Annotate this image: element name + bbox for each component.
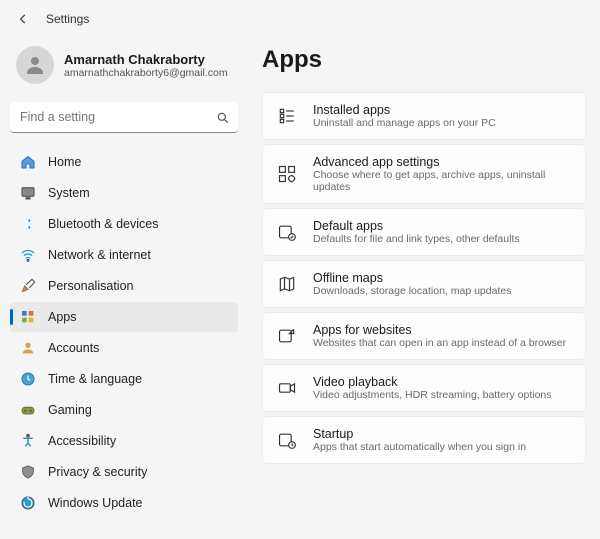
sidebar-item-label: Apps [48, 310, 77, 324]
clock-icon [20, 371, 36, 387]
sidebar-item-windows-update[interactable]: Windows Update [10, 488, 238, 518]
sidebar-item-apps[interactable]: Apps [10, 302, 238, 332]
card-startup[interactable]: StartupApps that start automatically whe… [262, 416, 586, 464]
back-button[interactable] [14, 10, 32, 28]
brush-icon [20, 278, 36, 294]
card-title: Apps for websites [313, 323, 566, 337]
maps-icon [277, 274, 297, 294]
card-offline-maps[interactable]: Offline mapsDownloads, storage location,… [262, 260, 586, 308]
search-field[interactable] [10, 102, 238, 133]
user-icon [23, 53, 47, 77]
sidebar-item-home[interactable]: Home [10, 147, 238, 177]
system-icon [20, 185, 36, 201]
profile-block[interactable]: Amarnath Chakraborty amarnathchakraborty… [10, 38, 238, 96]
sidebar-item-label: Gaming [48, 403, 92, 417]
sidebar-item-label: Home [48, 155, 81, 169]
sidebar-item-label: System [48, 186, 90, 200]
sidebar-item-accessibility[interactable]: Accessibility [10, 426, 238, 456]
sidebar-item-system[interactable]: System [10, 178, 238, 208]
sidebar-item-label: Accounts [48, 341, 99, 355]
person-icon [20, 340, 36, 356]
websites-icon [277, 326, 297, 346]
profile-email: amarnathchakraborty6@gmail.com [64, 67, 228, 79]
card-advanced-app-settings[interactable]: Advanced app settingsChoose where to get… [262, 144, 586, 204]
sidebar-item-network-internet[interactable]: Network & internet [10, 240, 238, 270]
sidebar-item-gaming[interactable]: Gaming [10, 395, 238, 425]
gaming-icon [20, 402, 36, 418]
sidebar-item-privacy-security[interactable]: Privacy & security [10, 457, 238, 487]
search-icon [216, 111, 230, 125]
shield-icon [20, 464, 36, 480]
card-title: Advanced app settings [313, 155, 571, 169]
sidebar-item-label: Personalisation [48, 279, 133, 293]
sidebar-item-label: Time & language [48, 372, 142, 386]
card-subtitle: Uninstall and manage apps on your PC [313, 117, 496, 129]
back-arrow-icon [16, 12, 30, 26]
sidebar-item-personalisation[interactable]: Personalisation [10, 271, 238, 301]
card-apps-for-websites[interactable]: Apps for websitesWebsites that can open … [262, 312, 586, 360]
home-icon [20, 154, 36, 170]
sidebar-item-label: Windows Update [48, 496, 143, 510]
card-subtitle: Choose where to get apps, archive apps, … [313, 169, 571, 193]
default-icon [277, 222, 297, 242]
sidebar-item-bluetooth-devices[interactable]: Bluetooth & devices [10, 209, 238, 239]
card-subtitle: Video adjustments, HDR streaming, batter… [313, 389, 552, 401]
card-subtitle: Websites that can open in an app instead… [313, 337, 566, 349]
installed-icon [277, 106, 297, 126]
card-subtitle: Apps that start automatically when you s… [313, 441, 526, 453]
update-icon [20, 495, 36, 511]
apps-icon [20, 309, 36, 325]
sidebar-item-accounts[interactable]: Accounts [10, 333, 238, 363]
card-title: Startup [313, 427, 526, 441]
bluetooth-icon [20, 216, 36, 232]
window-title: Settings [46, 12, 89, 26]
card-title: Offline maps [313, 271, 511, 285]
card-title: Default apps [313, 219, 520, 233]
sidebar-item-time-language[interactable]: Time & language [10, 364, 238, 394]
card-subtitle: Defaults for file and link types, other … [313, 233, 520, 245]
card-subtitle: Downloads, storage location, map updates [313, 285, 511, 297]
accessibility-icon [20, 433, 36, 449]
sidebar-item-label: Privacy & security [48, 465, 147, 479]
sidebar-item-label: Bluetooth & devices [48, 217, 159, 231]
video-icon [277, 378, 297, 398]
card-title: Installed apps [313, 103, 496, 117]
card-installed-apps[interactable]: Installed appsUninstall and manage apps … [262, 92, 586, 140]
profile-name: Amarnath Chakraborty [64, 52, 228, 67]
sidebar-item-label: Network & internet [48, 248, 151, 262]
page-title: Apps [262, 46, 586, 74]
search-input[interactable] [10, 102, 238, 133]
advanced-icon [277, 164, 297, 184]
avatar [16, 46, 54, 84]
sidebar-item-label: Accessibility [48, 434, 116, 448]
card-video-playback[interactable]: Video playbackVideo adjustments, HDR str… [262, 364, 586, 412]
wifi-icon [20, 247, 36, 263]
card-title: Video playback [313, 375, 552, 389]
card-default-apps[interactable]: Default appsDefaults for file and link t… [262, 208, 586, 256]
startup-icon [277, 430, 297, 450]
